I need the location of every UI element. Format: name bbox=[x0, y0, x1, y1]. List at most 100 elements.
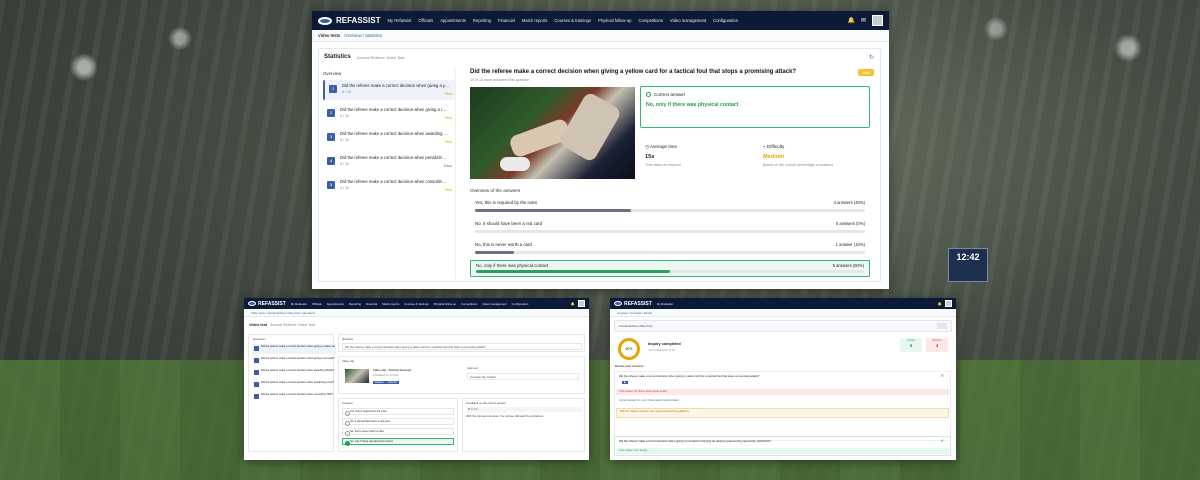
answer-option[interactable]: No, this is never worth a card bbox=[342, 428, 454, 436]
breadcrumb-path[interactable]: Video tests / Annual Referee Video Test … bbox=[251, 311, 315, 315]
nav-courses[interactable]: Courses & trainings bbox=[404, 302, 428, 306]
message-icon[interactable]: ✉ bbox=[861, 17, 866, 24]
nav-reporting[interactable]: Reporting bbox=[349, 302, 361, 306]
answers-box: Answers Yes, this is required by the rul… bbox=[338, 398, 458, 452]
nav-configuration[interactable]: Configuration bbox=[512, 302, 529, 306]
avg-time-note: Time taken to respond bbox=[645, 163, 681, 167]
avg-time-value: 15s bbox=[645, 154, 655, 160]
question-difficulty: Med bbox=[445, 188, 452, 192]
brand-logo[interactable]: REFASSIST bbox=[614, 301, 652, 307]
feedback-box: Feedback on the correct answer B I U ≡ W… bbox=[462, 398, 585, 452]
nav-financial[interactable]: Financial bbox=[366, 302, 377, 306]
brand-logo[interactable]: REFASSIST bbox=[318, 16, 380, 25]
breadcrumb-path[interactable]: Inquiries / Overview / Result bbox=[617, 311, 652, 315]
list-item[interactable]: Did the referee make a correct decision … bbox=[252, 380, 336, 390]
video-player[interactable] bbox=[470, 87, 635, 179]
video-meta: Uploaded on 12 Feb bbox=[373, 373, 399, 377]
top-nav: REFASSIST My Refassist Officials Appoint… bbox=[244, 298, 589, 309]
question-item[interactable]: 2 Did the referee make a correct decisio… bbox=[323, 104, 455, 124]
difficulty-note: Based on the overall percentage of answe… bbox=[763, 163, 834, 167]
list-item-text: Did the referee make a correct decision … bbox=[261, 393, 333, 396]
breadcrumb-root[interactable]: Video tests bbox=[318, 33, 340, 38]
question-meta: 5 / 10 bbox=[340, 138, 349, 142]
video-title: Video clip - Tactical foul.mp4 bbox=[373, 368, 412, 372]
question-field-box: Question Did the referee make a correct … bbox=[338, 334, 585, 352]
bell-icon[interactable]: 🔔 bbox=[571, 302, 575, 306]
statistics-panel: Statistics Annual Referee Video Test ↻ O… bbox=[318, 48, 881, 282]
answer-option[interactable]: No, it should have been a red card bbox=[342, 418, 454, 426]
nav-officials[interactable]: Officials bbox=[418, 18, 433, 23]
list-item[interactable]: Did the referee make a correct decision … bbox=[252, 368, 336, 378]
question-item[interactable]: 4 Did the referee make a correct decisio… bbox=[323, 152, 455, 172]
nav-appointments[interactable]: Appointments bbox=[440, 18, 466, 23]
video-thumbnail[interactable] bbox=[345, 369, 369, 383]
statistics-window: REFASSIST My Refassist Officials Appoint… bbox=[312, 11, 889, 289]
correct-answer-value: No, only if there was physical contact bbox=[646, 102, 739, 109]
check-circle-icon bbox=[646, 92, 651, 98]
avatar[interactable] bbox=[945, 300, 952, 307]
avatar[interactable] bbox=[578, 300, 585, 307]
brand-logo[interactable]: REFASSIST bbox=[248, 301, 286, 307]
list-item-text: Did the referee make a correct decision … bbox=[261, 345, 335, 348]
correct-stat: Correct 6 bbox=[900, 338, 922, 352]
brand-name: REFASSIST bbox=[624, 300, 652, 307]
replace-button[interactable]: Replace bbox=[373, 381, 386, 384]
answer-label: Yes, this is required by the rules bbox=[475, 200, 538, 205]
play-video-button[interactable]: ▶ bbox=[622, 381, 628, 384]
breadcrumb-path[interactable]: Overview / Statistics bbox=[344, 33, 382, 38]
nav-financial[interactable]: Financial bbox=[498, 18, 515, 23]
wrong-stat-label: Incorrect bbox=[932, 339, 942, 342]
breadcrumb: Video tests / Annual Referee Video Test … bbox=[244, 309, 589, 317]
feedback-text[interactable]: With the referee's decision, the referee… bbox=[466, 414, 582, 418]
correct-answer-note: Correct answer: No, only if there was ph… bbox=[616, 398, 949, 404]
answer-option-correct[interactable]: No, only if there was physical contact bbox=[342, 438, 454, 446]
logo-icon bbox=[248, 301, 256, 306]
nav-competitions[interactable]: Competitions bbox=[461, 302, 477, 306]
average-time-card: ◷ Average time 15s Time taken to respond bbox=[640, 139, 752, 179]
nav-my-refassist[interactable]: My Refassist bbox=[657, 302, 673, 306]
overview-label: Overview bbox=[323, 71, 342, 76]
question-input[interactable]: Did the referee make a correct decision … bbox=[342, 343, 582, 350]
nav-match-reports[interactable]: Match reports bbox=[522, 18, 548, 23]
nav-physical[interactable]: Physical follow-up bbox=[434, 302, 456, 306]
list-item[interactable]: Did the referee make a correct decision … bbox=[252, 356, 336, 366]
list-item[interactable]: Did the referee make a correct decision … bbox=[252, 344, 336, 354]
options-button[interactable] bbox=[937, 323, 947, 329]
result-question: Did the referee make a correct decision … bbox=[619, 374, 760, 378]
difficulty-badge: Med bbox=[858, 69, 874, 76]
nav-courses[interactable]: Courses & trainings bbox=[554, 18, 591, 23]
correct-stat-label: Correct bbox=[907, 339, 915, 342]
nav-officials[interactable]: Officials bbox=[312, 302, 322, 306]
list-item-text: Did the referee make a correct decision … bbox=[261, 381, 335, 384]
nav-reporting[interactable]: Reporting bbox=[473, 18, 491, 23]
avatar[interactable] bbox=[872, 15, 883, 26]
question-item[interactable]: 5 Did the referee make a correct decisio… bbox=[323, 176, 455, 196]
text-toolbar[interactable]: B I U ≡ bbox=[466, 407, 582, 412]
nav-competitions[interactable]: Competitions bbox=[638, 18, 662, 23]
remove-button[interactable]: Remove bbox=[386, 381, 399, 384]
refresh-icon[interactable]: ↻ bbox=[869, 54, 874, 61]
bell-icon[interactable]: 🔔 bbox=[938, 302, 942, 306]
help-input[interactable]: Consider the contact bbox=[467, 373, 579, 380]
nav-appointments[interactable]: Appointments bbox=[327, 302, 344, 306]
question-item[interactable]: 3 Did the referee make a correct decisio… bbox=[323, 128, 455, 148]
video-label: Video clip bbox=[342, 359, 355, 363]
nav-my-refassist[interactable]: My Refassist bbox=[291, 302, 307, 306]
nav-physical[interactable]: Physical follow-up bbox=[598, 18, 632, 23]
nav-configuration[interactable]: Configuration bbox=[713, 18, 738, 23]
nav-match-reports[interactable]: Match reports bbox=[382, 302, 399, 306]
wrong-stat-value: 4 bbox=[935, 343, 939, 348]
nav-my-refassist[interactable]: My Refassist bbox=[387, 18, 411, 23]
result-title: Annual Referee Video Test bbox=[619, 324, 653, 328]
question-item[interactable]: 1 Did the referee make a correct decisio… bbox=[323, 80, 455, 100]
nav-video-management[interactable]: Video management bbox=[670, 18, 706, 23]
bell-icon[interactable]: 🔔 bbox=[847, 17, 854, 24]
answer-count: 4 answers (40%) bbox=[833, 200, 865, 205]
answer-option[interactable]: Yes, this is required by the rules bbox=[342, 408, 454, 416]
correct-stat-value: 6 bbox=[909, 343, 913, 348]
list-item[interactable]: Did the referee make a correct decision … bbox=[252, 392, 336, 402]
list-item-text: Did the referee make a correct decision … bbox=[261, 369, 335, 372]
nav-video-management[interactable]: Video management bbox=[482, 302, 506, 306]
question-overview: Overview 1 Did the referee make a correc… bbox=[323, 69, 456, 279]
editor-window: REFASSIST My Refassist Officials Appoint… bbox=[244, 298, 589, 460]
